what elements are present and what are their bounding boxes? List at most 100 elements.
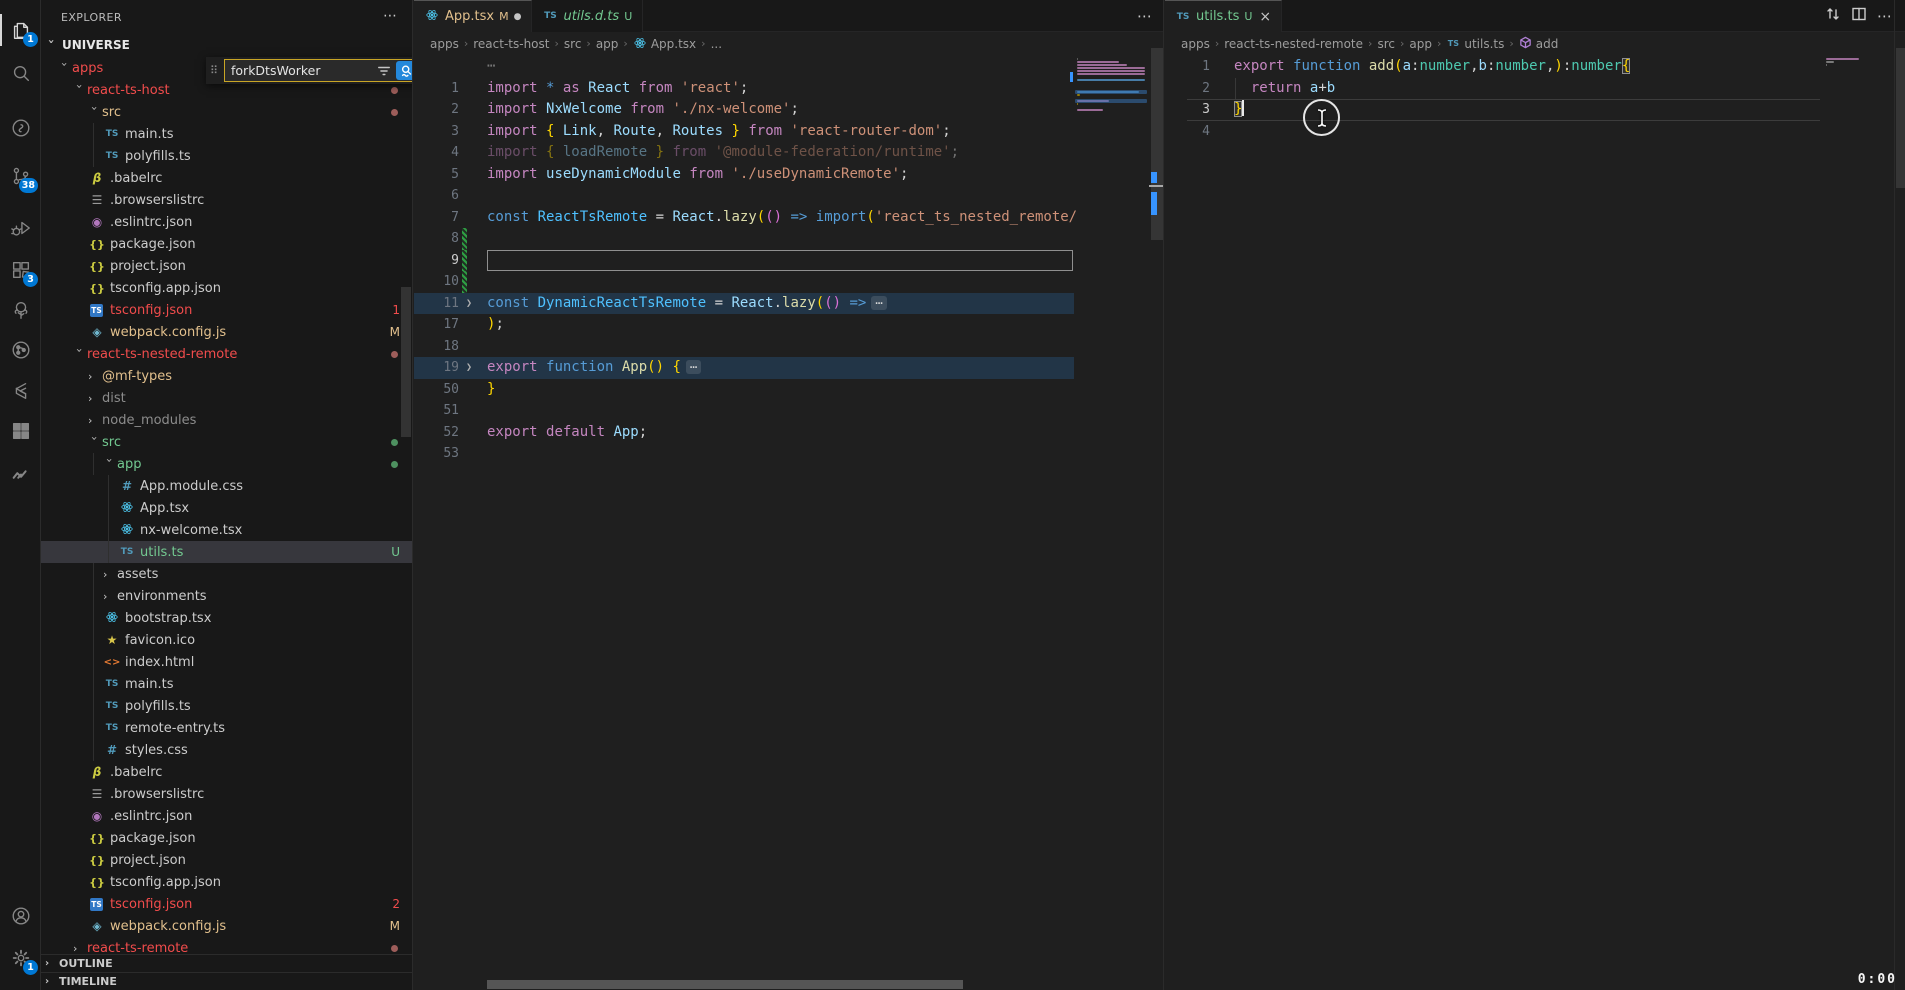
activity-bar-item-chevron-shape[interactable] — [0, 371, 41, 411]
tree-item-app-tsx[interactable]: App.tsx — [41, 497, 412, 519]
tree-item-project-json[interactable]: {}project.json — [41, 255, 412, 277]
tree-item--babelrc[interactable]: β.babelrc — [41, 167, 412, 189]
breadcrumb-item-utils-ts[interactable]: TSutils.ts — [1446, 37, 1504, 51]
close-icon[interactable]: × — [1259, 9, 1271, 25]
tree-item--browserslistrc[interactable]: ☰.browserslistrc — [41, 189, 412, 211]
tree-item-package-json[interactable]: {}package.json — [41, 827, 412, 849]
activity-bar-item-settings[interactable]: 1 — [0, 938, 41, 978]
chevron-right-icon[interactable]: › — [103, 568, 117, 581]
code-line-3[interactable]: 3import { Link, Route, Routes } from 're… — [414, 121, 1074, 143]
tree-item-tsconfig-json[interactable]: TStsconfig.json1 — [41, 299, 412, 321]
tree-item-environments[interactable]: ›environments — [41, 585, 412, 607]
swap-editors-icon[interactable] — [1825, 6, 1841, 26]
activity-bar-item-run-debug[interactable] — [0, 208, 41, 248]
scrollbar-right[interactable] — [1896, 48, 1905, 188]
sidebar-section-timeline[interactable]: ›TIMELINE — [41, 972, 412, 990]
breadcrumb-item-add[interactable]: add — [1519, 36, 1559, 52]
tree-item-src[interactable]: ›src — [41, 101, 412, 123]
breadcrumb-item-src[interactable]: src — [1377, 37, 1395, 51]
find-input[interactable]: forkDtsWorker — [231, 63, 377, 78]
chevron-down-icon[interactable]: › — [58, 62, 71, 76]
code-line-7[interactable]: 7const ReactTsRemote = React.lazy(() => … — [414, 207, 1074, 229]
tree-item-node-modules[interactable]: ›node_modules — [41, 409, 412, 431]
tree-item-favicon-ico[interactable]: ★favicon.ico — [41, 629, 412, 651]
code-line-2[interactable]: 2import NxWelcome from './nx-welcome'; — [414, 99, 1074, 121]
chevron-right-icon[interactable]: › — [88, 414, 102, 427]
horizontal-scrollbar-left[interactable] — [487, 980, 963, 989]
code-line-9[interactable]: 9 — [414, 250, 1074, 272]
breadcrumb-item-src[interactable]: src — [564, 37, 582, 51]
tree-item-polyfills-ts[interactable]: TSpolyfills.ts — [41, 145, 412, 167]
tree-item-project-json[interactable]: {}project.json — [41, 849, 412, 871]
code-line-1[interactable]: 1import * as React from 'react'; — [414, 78, 1074, 100]
breadcrumb-item-react-ts-host[interactable]: react-ts-host — [473, 37, 549, 51]
tree-item-tsconfig-json[interactable]: TStsconfig.json2 — [41, 893, 412, 915]
tree-item-nx-welcome-tsx[interactable]: nx-welcome.tsx — [41, 519, 412, 541]
code-line-3[interactable]: 3} — [1165, 99, 1824, 121]
fold-chevron-icon[interactable]: ❯ — [466, 293, 472, 315]
drag-grip-icon[interactable]: ⠿ — [210, 64, 224, 77]
tree-item-index-html[interactable]: <>index.html — [41, 651, 412, 673]
tree-item-react-ts-remote[interactable]: ›react-ts-remote — [41, 937, 412, 954]
chevron-down-icon[interactable]: › — [73, 84, 86, 98]
sidebar-scrollbar[interactable] — [401, 287, 411, 437]
tree-item--eslintrc-json[interactable]: ◉.eslintrc.json — [41, 805, 412, 827]
chevron-right-icon[interactable]: › — [73, 942, 87, 955]
code-editor-right[interactable]: 1export function add(a:number,b:number,)… — [1165, 56, 1824, 990]
code-line-17[interactable]: 17); — [414, 314, 1074, 336]
sidebar-section-outline[interactable]: ›OUTLINE — [41, 954, 412, 972]
chevron-right-icon[interactable]: › — [88, 370, 102, 383]
workspace-root-row[interactable]: › UNIVERSE — [41, 34, 412, 56]
tree-item-bootstrap-tsx[interactable]: bootstrap.tsx — [41, 607, 412, 629]
tree-item-app[interactable]: ›app — [41, 453, 412, 475]
tree-item--eslintrc-json[interactable]: ◉.eslintrc.json — [41, 211, 412, 233]
code-line-11[interactable]: 11❯const DynamicReactTsRemote = React.la… — [414, 293, 1074, 315]
tree-item--mf-types[interactable]: ›@mf-types — [41, 365, 412, 387]
fold-chevron-icon[interactable]: ❯ — [466, 357, 472, 379]
tree-item-remote-entry-ts[interactable]: TSremote-entry.ts — [41, 717, 412, 739]
tree-item-react-ts-nested-remote[interactable]: ›react-ts-nested-remote — [41, 343, 412, 365]
breadcrumb-item-app[interactable]: app — [1409, 37, 1432, 51]
code-editor-left[interactable]: ⋯1import * as React from 'react';2import… — [414, 56, 1074, 990]
activity-bar-item-account[interactable] — [0, 896, 41, 936]
activity-bar-item-circle-tool[interactable] — [0, 108, 41, 148]
code-line-51[interactable]: 51 — [414, 400, 1074, 422]
code-line-18[interactable]: 18 — [414, 336, 1074, 358]
tree-item-package-json[interactable]: {}package.json — [41, 233, 412, 255]
code-line-6[interactable]: 6 — [414, 185, 1074, 207]
activity-bar-item-explorer[interactable]: 1 — [0, 10, 41, 50]
tree-item-main-ts[interactable]: TSmain.ts — [41, 673, 412, 695]
chevron-right-icon[interactable]: › — [88, 392, 102, 405]
tree-item-polyfills-ts[interactable]: TSpolyfills.ts — [41, 695, 412, 717]
breadcrumb-item-app-tsx[interactable]: App.tsx — [633, 36, 696, 52]
activity-bar-item-source-control[interactable]: 38 — [0, 156, 41, 196]
sidebar-more-actions-icon[interactable]: ⋯ — [383, 8, 398, 24]
activity-bar-item-grid[interactable] — [0, 411, 41, 451]
activity-bar-item-tree[interactable] — [0, 290, 41, 330]
code-line-5[interactable]: 5import useDynamicModule from './useDyna… — [414, 164, 1074, 186]
code-line-52[interactable]: 52export default App; — [414, 422, 1074, 444]
code-line-1[interactable]: 1export function add(a:number,b:number,)… — [1165, 56, 1824, 78]
tab-utils-ts[interactable]: TSutils.tsU× — [1165, 0, 1282, 32]
tab-app-tsx[interactable]: App.tsxM● — [414, 0, 532, 32]
code-line-10[interactable]: 10 — [414, 271, 1074, 293]
code-line-19[interactable]: 19❯export function App() {⋯ — [414, 357, 1074, 379]
tree-item-app-module-css[interactable]: #App.module.css — [41, 475, 412, 497]
chevron-down-icon[interactable]: › — [73, 348, 86, 362]
tree-item--browserslistrc[interactable]: ☰.browserslistrc — [41, 783, 412, 805]
filter-icon[interactable] — [377, 63, 393, 79]
code-line-53[interactable]: 53 — [414, 443, 1074, 465]
chevron-down-icon[interactable]: › — [88, 436, 101, 450]
dirty-indicator-icon[interactable]: ● — [514, 12, 522, 22]
breadcrumb-item-apps[interactable]: apps — [1181, 37, 1210, 51]
code-line-50[interactable]: 50} — [414, 379, 1074, 401]
breadcrumb-item-react-ts-nested-remote[interactable]: react-ts-nested-remote — [1224, 37, 1363, 51]
activity-bar-item-extensions[interactable]: 3 — [0, 250, 41, 290]
more-actions-icon[interactable]: ⋯ — [1877, 7, 1893, 25]
code-line-2[interactable]: 2 return a+b — [1165, 78, 1824, 100]
minimap-left[interactable] — [1075, 56, 1151, 456]
chevron-down-icon[interactable]: › — [88, 106, 101, 120]
chevron-right-icon[interactable]: › — [103, 590, 117, 603]
tree-item--babelrc[interactable]: β.babelrc — [41, 761, 412, 783]
code-line-ghost[interactable]: ⋯ — [414, 56, 1074, 78]
